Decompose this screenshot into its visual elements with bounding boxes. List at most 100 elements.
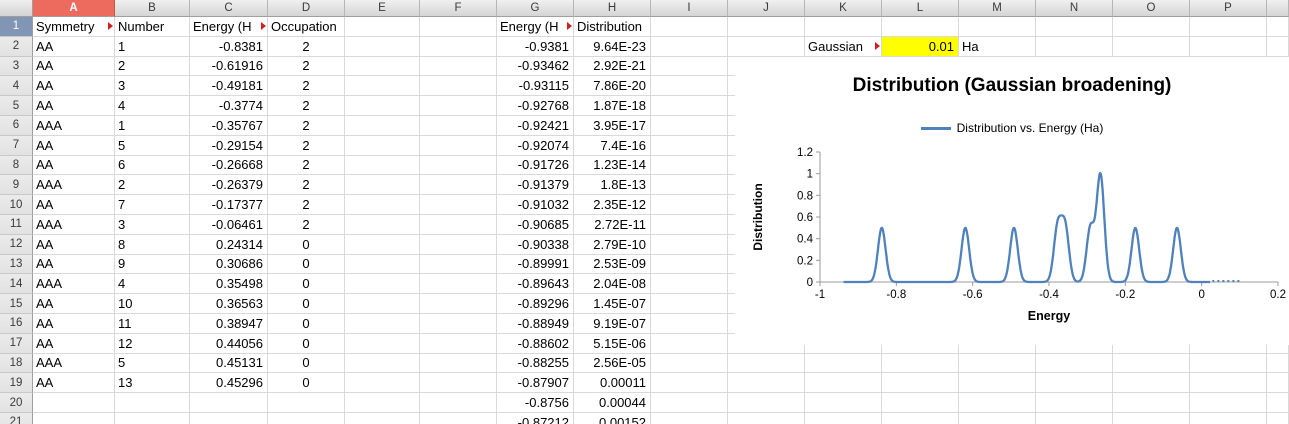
cell-I4[interactable] xyxy=(651,76,728,97)
cell-D18[interactable]: 0 xyxy=(268,353,345,374)
cell-A7[interactable]: AA xyxy=(33,135,115,156)
cell-C9[interactable]: -0.26379 xyxy=(190,175,268,196)
cell-F8[interactable] xyxy=(420,155,497,176)
cell-B18[interactable]: 5 xyxy=(115,353,190,374)
cell-D11[interactable]: 2 xyxy=(268,214,345,235)
cell-B10[interactable]: 7 xyxy=(115,195,190,215)
cell-F2[interactable] xyxy=(420,36,497,57)
cell-O1[interactable] xyxy=(1113,17,1190,37)
cell-A14[interactable]: AAA xyxy=(33,274,115,295)
cell-M18[interactable] xyxy=(959,353,1036,374)
cell-G12[interactable]: -0.90338 xyxy=(497,234,574,255)
cell-L19[interactable] xyxy=(882,373,959,394)
cell-Q21[interactable] xyxy=(1267,412,1289,424)
cell-B20[interactable] xyxy=(115,393,190,413)
cell-J21[interactable] xyxy=(728,412,805,424)
cell-O2[interactable] xyxy=(1113,36,1190,57)
cell-C8[interactable]: -0.26668 xyxy=(190,155,268,176)
cell-A9[interactable]: AAA xyxy=(33,175,115,196)
cell-C19[interactable]: 0.45296 xyxy=(190,373,268,394)
cell-D17[interactable]: 0 xyxy=(268,333,345,354)
cell-B8[interactable]: 6 xyxy=(115,155,190,176)
cell-G10[interactable]: -0.91032 xyxy=(497,195,574,215)
cell-A18[interactable]: AAA xyxy=(33,353,115,374)
cell-L21[interactable] xyxy=(882,412,959,424)
cell-I13[interactable] xyxy=(651,254,728,275)
cell-N18[interactable] xyxy=(1036,353,1113,374)
column-header-I[interactable]: I xyxy=(651,0,728,17)
cell-E5[interactable] xyxy=(345,96,420,116)
cell-A3[interactable]: AA xyxy=(33,56,115,77)
cell-I9[interactable] xyxy=(651,175,728,196)
cell-A1[interactable]: Symmetry xyxy=(33,17,115,37)
cell-D16[interactable]: 0 xyxy=(268,313,345,334)
cell-G19[interactable]: -0.87907 xyxy=(497,373,574,394)
cell-D21[interactable] xyxy=(268,412,345,424)
cell-I17[interactable] xyxy=(651,333,728,354)
cell-D12[interactable]: 0 xyxy=(268,234,345,255)
cell-F3[interactable] xyxy=(420,56,497,77)
cell-E4[interactable] xyxy=(345,76,420,97)
row-header-3[interactable]: 3 xyxy=(0,56,33,77)
cell-E7[interactable] xyxy=(345,135,420,156)
cell-H19[interactable]: 0.00011 xyxy=(574,373,651,394)
cell-G6[interactable]: -0.92421 xyxy=(497,115,574,136)
row-header-14[interactable]: 14 xyxy=(0,274,33,295)
cell-F20[interactable] xyxy=(420,393,497,413)
cell-I3[interactable] xyxy=(651,56,728,77)
column-header-partial[interactable] xyxy=(1267,0,1289,17)
cell-H9[interactable]: 1.8E-13 xyxy=(574,175,651,196)
cell-H8[interactable]: 1.23E-14 xyxy=(574,155,651,176)
column-header-A[interactable]: A xyxy=(33,0,115,17)
cell-F17[interactable] xyxy=(420,333,497,354)
cell-B16[interactable]: 11 xyxy=(115,313,190,334)
cell-F7[interactable] xyxy=(420,135,497,156)
cell-F6[interactable] xyxy=(420,115,497,136)
cell-I2[interactable] xyxy=(651,36,728,57)
cell-E17[interactable] xyxy=(345,333,420,354)
cell-G21[interactable]: -0.87212 xyxy=(497,412,574,424)
cell-F10[interactable] xyxy=(420,195,497,215)
cell-B7[interactable]: 5 xyxy=(115,135,190,156)
cell-M1[interactable] xyxy=(959,17,1036,37)
cell-B5[interactable]: 4 xyxy=(115,96,190,116)
cell-C18[interactable]: 0.45131 xyxy=(190,353,268,374)
cell-N20[interactable] xyxy=(1036,393,1113,413)
cell-H12[interactable]: 2.79E-10 xyxy=(574,234,651,255)
cell-I7[interactable] xyxy=(651,135,728,156)
cell-I6[interactable] xyxy=(651,115,728,136)
cell-H6[interactable]: 3.95E-17 xyxy=(574,115,651,136)
row-header-16[interactable]: 16 xyxy=(0,313,33,334)
cell-P18[interactable] xyxy=(1190,353,1267,374)
row-header-1[interactable]: 1 xyxy=(0,17,33,37)
cell-E19[interactable] xyxy=(345,373,420,394)
row-header-2[interactable]: 2 xyxy=(0,36,33,57)
cell-A6[interactable]: AAA xyxy=(33,115,115,136)
cell-H11[interactable]: 2.72E-11 xyxy=(574,214,651,235)
cell-E16[interactable] xyxy=(345,313,420,334)
cell-I5[interactable] xyxy=(651,96,728,116)
cell-D1[interactable]: Occupation xyxy=(268,17,345,37)
cell-A4[interactable]: AA xyxy=(33,76,115,97)
row-header-21[interactable]: 21 xyxy=(0,412,33,424)
row-header-15[interactable]: 15 xyxy=(0,294,33,314)
cell-B6[interactable]: 1 xyxy=(115,115,190,136)
cell-B4[interactable]: 3 xyxy=(115,76,190,97)
cell-H10[interactable]: 2.35E-12 xyxy=(574,195,651,215)
cell-D13[interactable]: 0 xyxy=(268,254,345,275)
cell-G15[interactable]: -0.89296 xyxy=(497,294,574,314)
cell-O21[interactable] xyxy=(1113,412,1190,424)
cell-Q18[interactable] xyxy=(1267,353,1289,374)
cell-I21[interactable] xyxy=(651,412,728,424)
column-header-P[interactable]: P xyxy=(1190,0,1267,17)
cell-J18[interactable] xyxy=(728,353,805,374)
cell-F15[interactable] xyxy=(420,294,497,314)
cell-K18[interactable] xyxy=(805,353,882,374)
cell-B3[interactable]: 2 xyxy=(115,56,190,77)
row-header-20[interactable]: 20 xyxy=(0,393,33,413)
cell-B17[interactable]: 12 xyxy=(115,333,190,354)
cell-D5[interactable]: 2 xyxy=(268,96,345,116)
cell-G18[interactable]: -0.88255 xyxy=(497,353,574,374)
cell-E18[interactable] xyxy=(345,353,420,374)
cell-E6[interactable] xyxy=(345,115,420,136)
